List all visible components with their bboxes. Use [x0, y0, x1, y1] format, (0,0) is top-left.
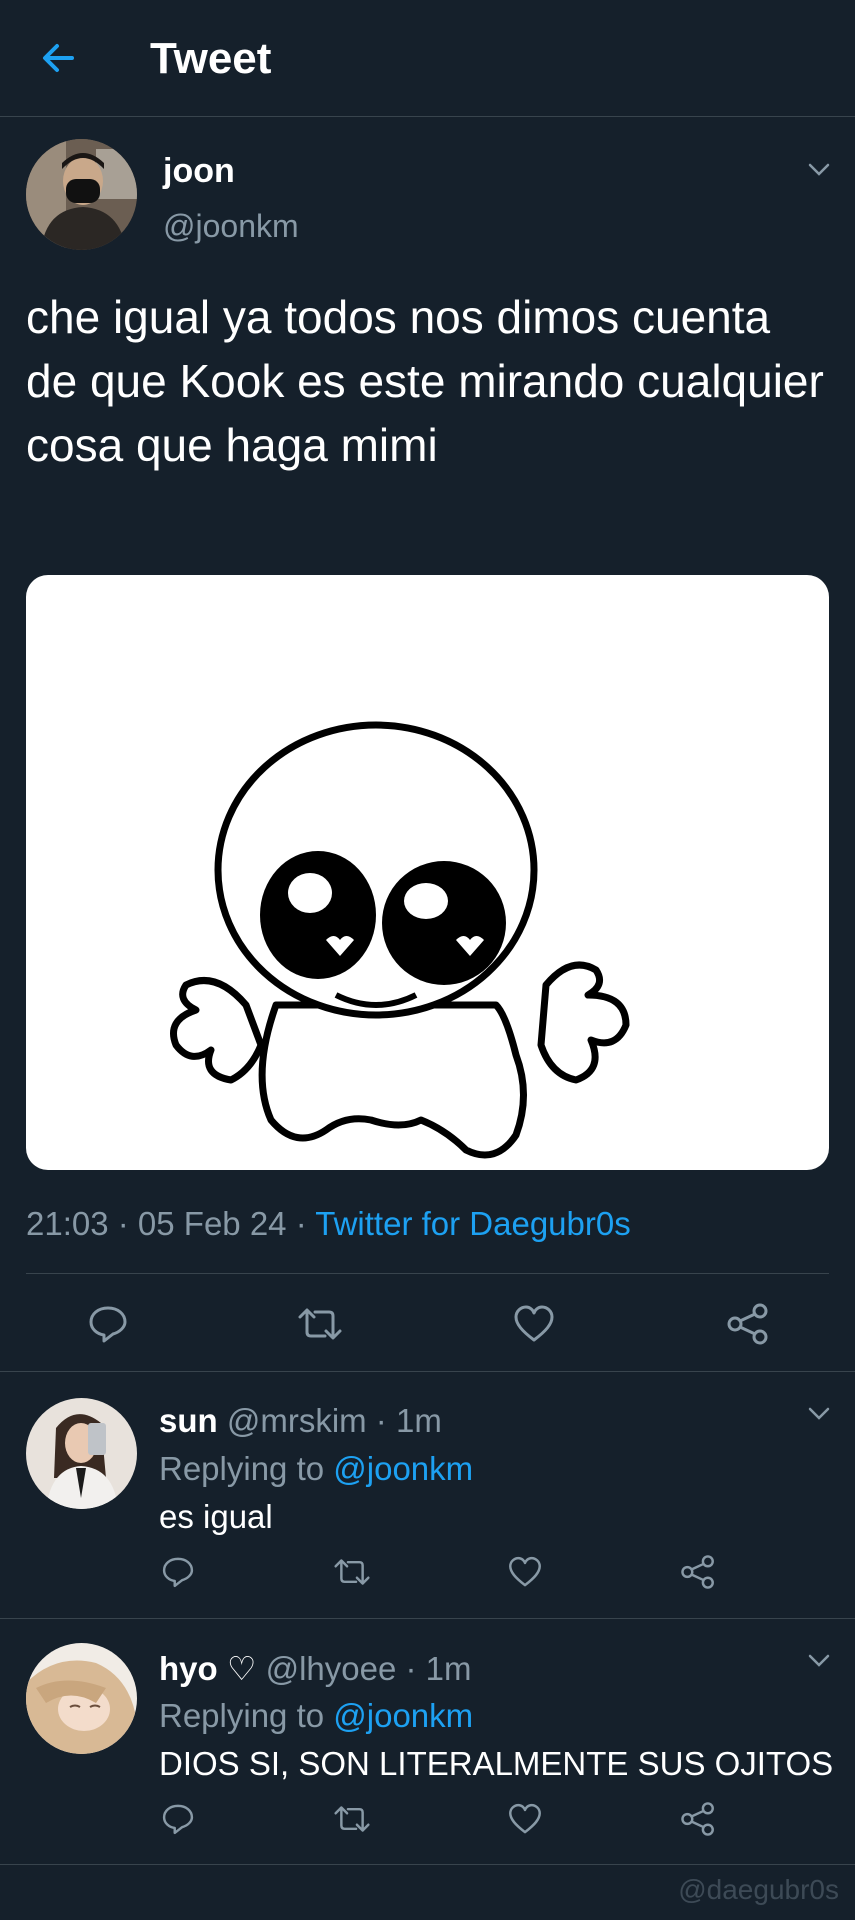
tweet-text: che igual ya todos nos dimos cuenta de q… — [26, 291, 824, 471]
divider — [26, 1273, 829, 1274]
reply-meta: @lhyoee · 1m — [256, 1650, 472, 1687]
reply-text: es igual — [159, 1498, 273, 1535]
mention-link[interactable]: @joonkm — [333, 1450, 473, 1487]
replying-to-label: Replying to — [159, 1450, 334, 1487]
tweet-media-image[interactable] — [26, 575, 829, 1170]
heart-icon[interactable] — [507, 1801, 543, 1837]
retweet-icon[interactable] — [333, 1554, 371, 1590]
avatar[interactable] — [26, 1398, 137, 1509]
retweet-icon[interactable] — [333, 1801, 371, 1837]
reply-header: sun @mrskim · 1m — [159, 1402, 442, 1440]
reply-icon[interactable] — [160, 1801, 196, 1837]
share-icon[interactable] — [680, 1554, 716, 1590]
chevron-down-icon[interactable] — [807, 1653, 831, 1669]
author-handle[interactable]: @joonkm — [163, 208, 299, 245]
watermark: @daegubr0s — [678, 1874, 839, 1905]
replying-to: Replying to @joonkm — [159, 1697, 473, 1735]
page-title: Tweet — [150, 34, 272, 83]
chevron-down-icon[interactable] — [807, 1406, 831, 1422]
author-name[interactable]: joon — [163, 152, 235, 191]
tweet-timestamp: 21:03 · 05 Feb 24 · Twitter for Daegubr0… — [26, 1205, 631, 1243]
tweet-source-link[interactable]: Twitter for Daegubr0s — [315, 1205, 630, 1242]
share-icon[interactable] — [726, 1302, 770, 1346]
reply-author-name[interactable]: sun — [159, 1402, 218, 1439]
chevron-down-icon[interactable] — [807, 162, 831, 178]
retweet-icon[interactable] — [297, 1302, 343, 1346]
reply-icon[interactable] — [86, 1302, 130, 1346]
divider — [0, 1864, 855, 1865]
reply-tweet[interactable]: hyo ♡ @lhyoee · 1m Replying to @joonkm D… — [0, 1619, 855, 1864]
reply-icon[interactable] — [160, 1554, 196, 1590]
heart-icon[interactable] — [512, 1302, 556, 1346]
heart-icon[interactable] — [507, 1554, 543, 1590]
share-icon[interactable] — [680, 1801, 716, 1837]
reply-tweet[interactable]: sun @mrskim · 1m Replying to @joonkm es … — [0, 1372, 855, 1618]
mention-link[interactable]: @joonkm — [333, 1697, 473, 1734]
reply-meta: @mrskim · 1m — [217, 1402, 442, 1439]
top-bar: Tweet — [0, 0, 855, 117]
timestamp-text: 21:03 · 05 Feb 24 · — [26, 1205, 316, 1242]
avatar[interactable] — [26, 1643, 137, 1754]
reply-text: DIOS SI, SON LITERALMENTE SUS OJITOS — [159, 1745, 834, 1782]
replying-to-label: Replying to — [159, 1697, 334, 1734]
cartoon-big-eyes-icon — [170, 721, 630, 1159]
replying-to: Replying to @joonkm — [159, 1450, 473, 1488]
avatar[interactable] — [26, 139, 137, 250]
reply-author-name[interactable]: hyo ♡ — [159, 1650, 256, 1687]
reply-header: hyo ♡ @lhyoee · 1m — [159, 1649, 472, 1688]
arrow-left-icon[interactable] — [38, 38, 78, 78]
